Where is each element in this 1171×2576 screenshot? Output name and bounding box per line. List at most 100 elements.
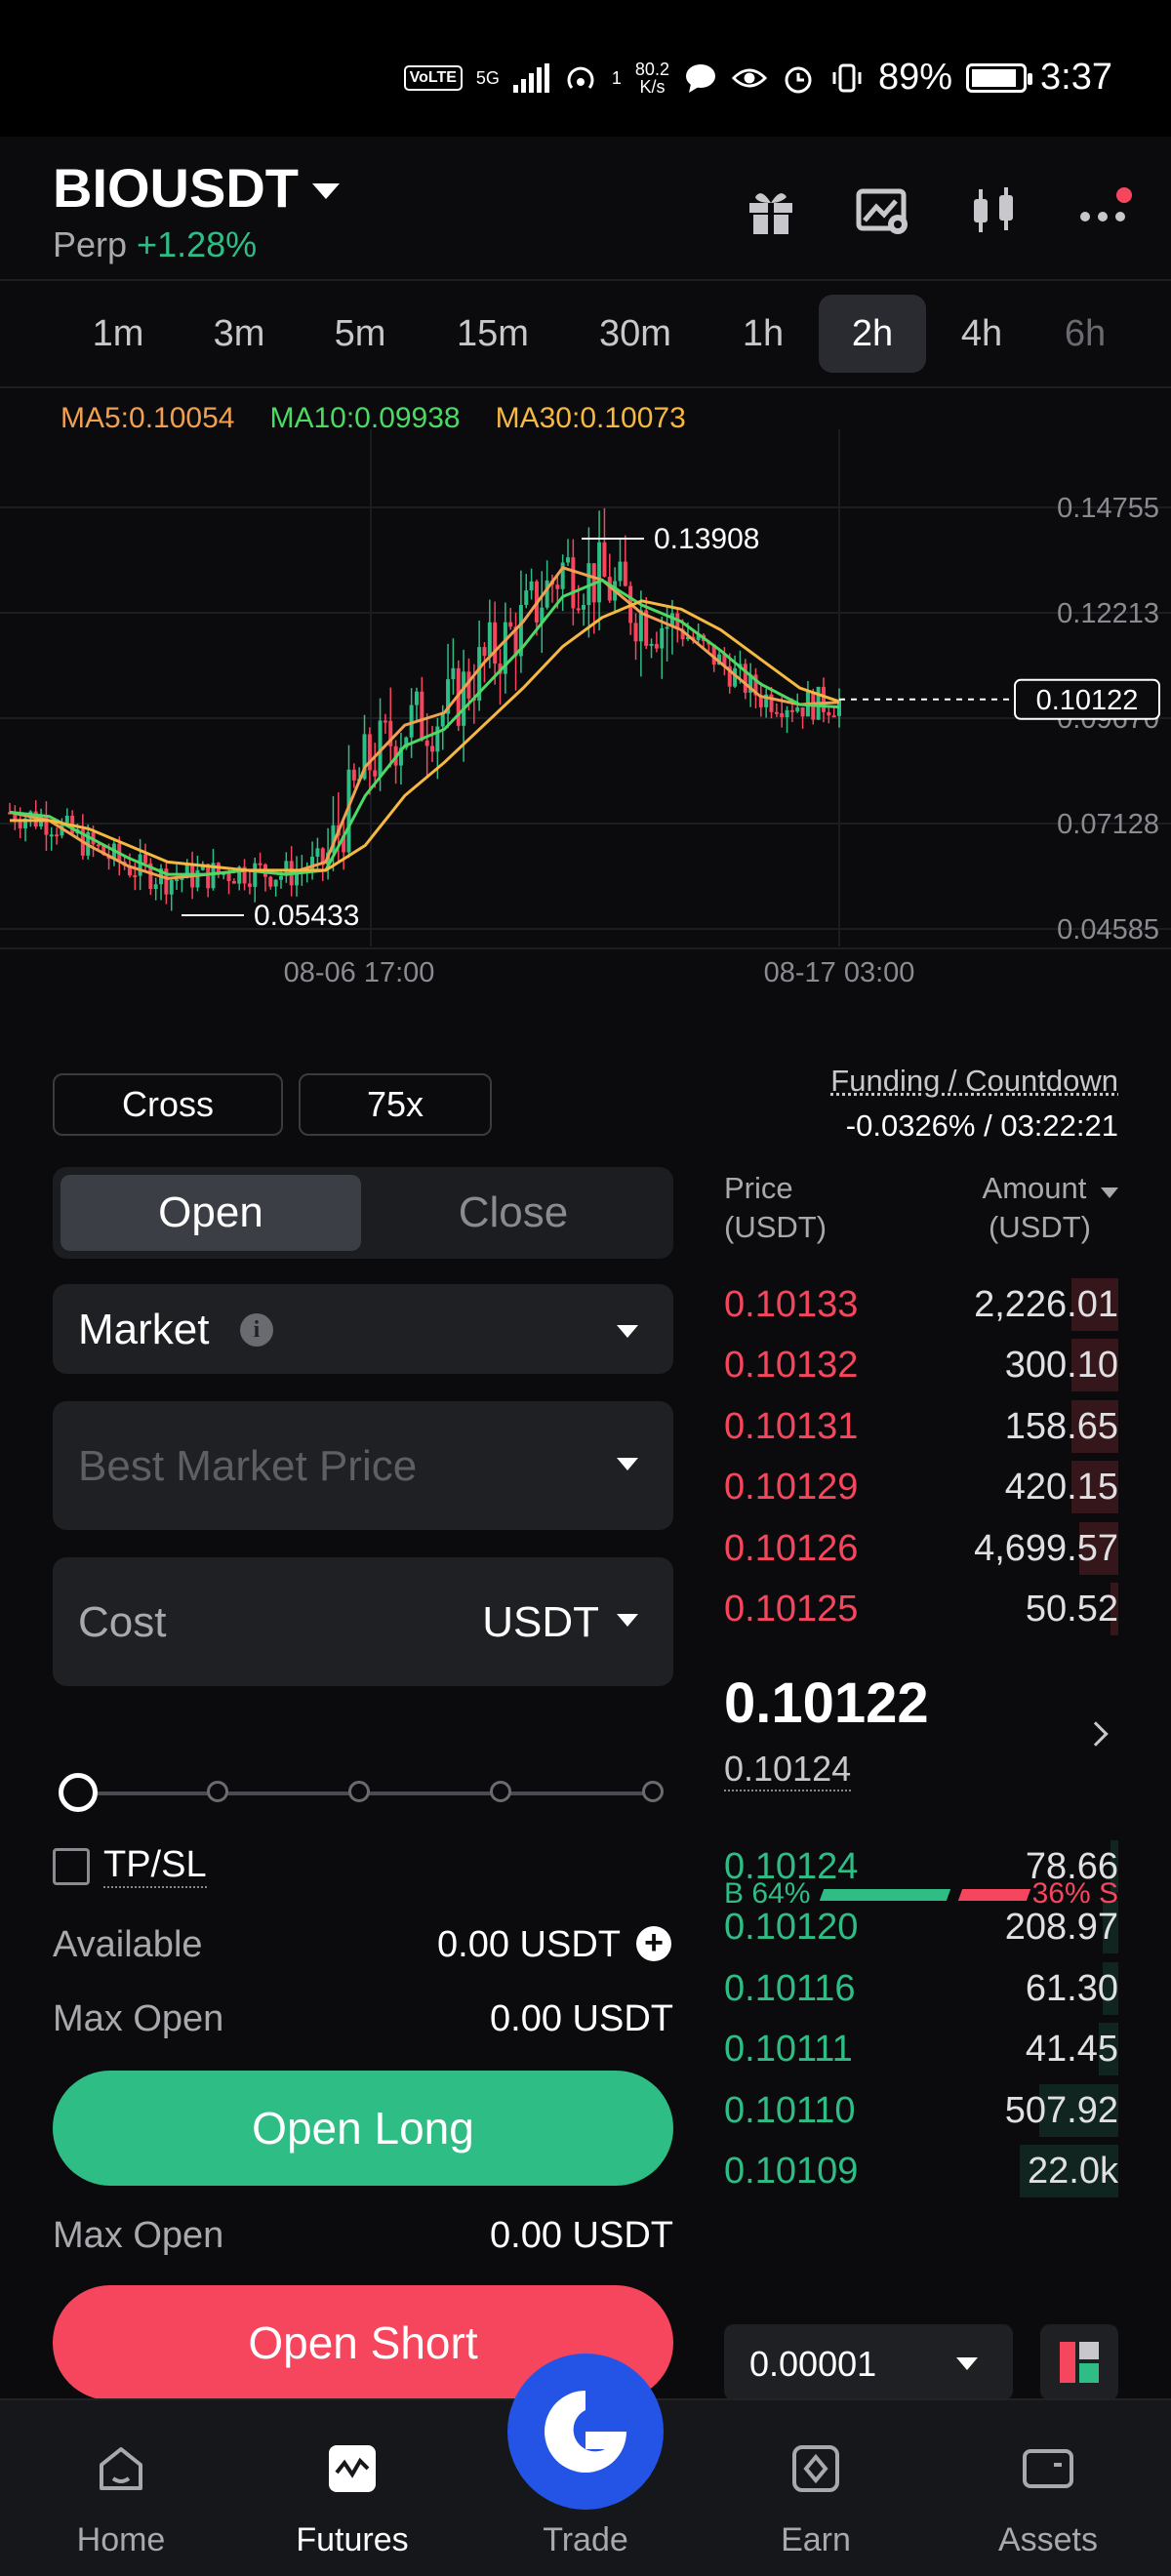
- tpsl-checkbox[interactable]: [53, 1848, 90, 1885]
- price-step-select[interactable]: 0.00001: [724, 2324, 1013, 2400]
- home-icon: [100, 2447, 142, 2490]
- symbol-selector[interactable]: BIOUSDT: [53, 156, 340, 220]
- candle-body: [827, 711, 831, 716]
- tab-close[interactable]: Close: [363, 1175, 664, 1251]
- candle-body: [64, 815, 69, 824]
- slider-handle[interactable]: [59, 1773, 98, 1812]
- funding-info: Funding / Countdown -0.0326% / 03:22:21: [830, 1064, 1118, 1144]
- leverage-button[interactable]: 75x: [299, 1073, 492, 1136]
- hotspot-icon: [563, 60, 598, 96]
- tab-3m[interactable]: 3m: [185, 295, 293, 373]
- ask-price: 0.10129: [724, 1467, 859, 1509]
- chevron-right-icon[interactable]: [1083, 1721, 1109, 1747]
- candlestick-icon[interactable]: [966, 183, 1021, 238]
- slider-tick[interactable]: [490, 1781, 511, 1802]
- candle-body: [253, 863, 258, 887]
- bid-row[interactable]: 0.10110 507.92: [724, 2080, 1118, 2141]
- candle-body: [231, 880, 236, 884]
- slider-tick[interactable]: [642, 1781, 664, 1802]
- tab-open[interactable]: Open: [61, 1175, 361, 1251]
- ask-row[interactable]: 0.10133 2,226.01: [724, 1274, 1118, 1335]
- orderbook-price-header: Price (USDT): [724, 1171, 828, 1244]
- order-type-value: Market: [78, 1306, 210, 1353]
- nav-earn[interactable]: Earn: [728, 2400, 904, 2576]
- orderbook-amount-header[interactable]: Amount (USDT): [956, 1169, 1118, 1247]
- candle-body: [482, 647, 487, 657]
- price-field[interactable]: Best Market Price: [53, 1401, 673, 1530]
- chevron-down-icon: [617, 1614, 638, 1627]
- candle-body: [633, 623, 638, 642]
- margin-mode-button[interactable]: Cross: [53, 1073, 283, 1136]
- candle-body: [623, 561, 627, 586]
- chart-settings-icon[interactable]: [855, 183, 909, 238]
- candle-body: [247, 883, 252, 887]
- bid-row[interactable]: 0.10116 61.30: [724, 1958, 1118, 2019]
- gift-icon[interactable]: [744, 183, 798, 238]
- info-icon[interactable]: i: [240, 1313, 273, 1347]
- nav-assets-label: Assets: [997, 2521, 1099, 2558]
- nav-home[interactable]: Home: [33, 2400, 209, 2576]
- symbol-name: BIOUSDT: [53, 157, 299, 219]
- candle-body: [169, 879, 174, 895]
- ask-price: 0.10131: [724, 1405, 859, 1447]
- header-actions: [744, 183, 1132, 238]
- candle-body: [414, 691, 419, 705]
- candle-body: [175, 878, 180, 881]
- candle-body: [373, 770, 378, 777]
- gate-logo-icon: [545, 2391, 626, 2473]
- ask-row[interactable]: 0.10131 158.65: [724, 1396, 1118, 1457]
- tab-2h[interactable]: 2h: [819, 295, 926, 373]
- candle-body: [602, 542, 607, 578]
- candle-body: [49, 834, 54, 837]
- message-icon: [683, 60, 718, 96]
- candle-body: [566, 557, 571, 563]
- hotspot-count: 1: [611, 67, 622, 88]
- orderbook-layout-icon[interactable]: [1040, 2324, 1118, 2400]
- bid-amount: 507.92: [1004, 2089, 1118, 2131]
- tab-5m[interactable]: 5m: [306, 295, 414, 373]
- open-long-button[interactable]: Open Long: [53, 2071, 673, 2186]
- tab-6h[interactable]: 6h: [1036, 295, 1134, 373]
- available-value: 0.00 USDT: [437, 1924, 621, 1965]
- bid-amount: 61.30: [1025, 1967, 1118, 2009]
- nav-trade-label: Trade: [543, 2521, 628, 2558]
- tab-30m[interactable]: 30m: [582, 295, 689, 373]
- tab-1m[interactable]: 1m: [64, 295, 172, 373]
- vibrate-icon: [829, 60, 865, 96]
- candle-body: [618, 561, 623, 582]
- bid-row[interactable]: 0.10109 22.0k: [724, 2141, 1118, 2201]
- ask-row[interactable]: 0.10129 420.15: [724, 1457, 1118, 1517]
- candle-body: [789, 709, 794, 712]
- nav-futures[interactable]: Futures: [264, 2400, 440, 2576]
- max-open-long-value: 0.00 USDT: [490, 1998, 673, 2039]
- ask-row[interactable]: 0.10126 4,699.57: [724, 1518, 1118, 1579]
- max-open-long-label: Max Open: [53, 1998, 224, 2039]
- bid-row[interactable]: 0.10111 41.45: [724, 2019, 1118, 2079]
- nav-assets[interactable]: Assets: [960, 2400, 1136, 2576]
- candle-body: [597, 542, 602, 603]
- price-chart[interactable]: MA5:0.10054 MA10:0.09938 MA30:0.10073 0.…: [0, 390, 1171, 995]
- order-type-select[interactable]: Market i: [53, 1284, 673, 1374]
- nav-futures-label: Futures: [296, 2521, 409, 2558]
- slider-tick[interactable]: [348, 1781, 370, 1802]
- cost-unit-select[interactable]: USDT: [482, 1598, 599, 1647]
- funding-label[interactable]: Funding / Countdown: [830, 1064, 1118, 1099]
- mark-price[interactable]: 0.10124: [724, 1749, 852, 1791]
- last-price: 0.10122: [724, 1671, 929, 1735]
- amount-slider[interactable]: [59, 1773, 664, 1812]
- cost-field[interactable]: Cost USDT: [53, 1557, 673, 1686]
- max-open-short-value: 0.00 USDT: [490, 2215, 673, 2256]
- more-icon[interactable]: [1077, 183, 1132, 238]
- wallet-icon: [1023, 2449, 1073, 2488]
- candle-body: [571, 557, 576, 609]
- tab-4h[interactable]: 4h: [928, 295, 1035, 373]
- ask-row[interactable]: 0.10132 300.10: [724, 1335, 1118, 1395]
- ask-row[interactable]: 0.10125 50.52: [724, 1579, 1118, 1639]
- add-funds-icon[interactable]: +: [636, 1926, 671, 1961]
- slider-tick[interactable]: [207, 1781, 228, 1802]
- tpsl-label[interactable]: TP/SL: [103, 1844, 207, 1888]
- tab-1h[interactable]: 1h: [709, 295, 817, 373]
- trade-button[interactable]: [507, 2354, 664, 2510]
- ask-amount: 2,226.01: [974, 1284, 1118, 1325]
- tab-15m[interactable]: 15m: [439, 295, 546, 373]
